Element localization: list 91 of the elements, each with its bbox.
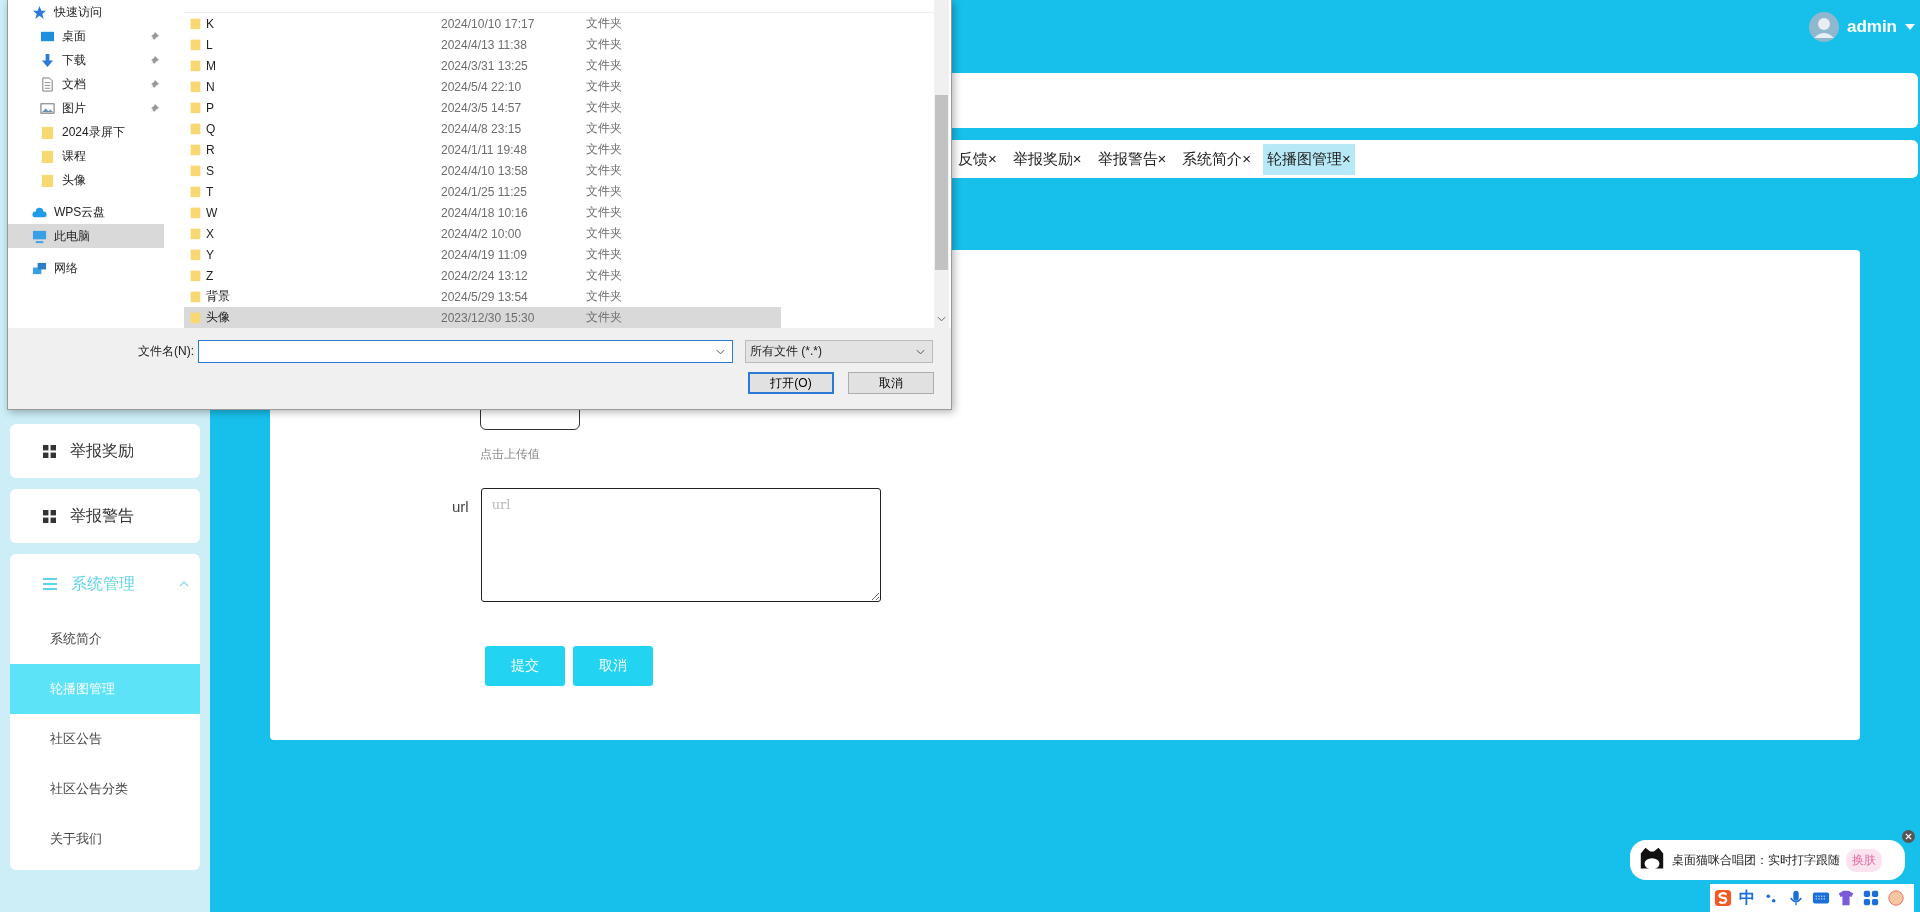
file-row[interactable]: S 2024/4/10 13:58 文件夹 [184,160,781,181]
folder-icon [189,37,202,52]
submenu-item[interactable]: 社区公告分类 [10,764,200,814]
submenu-item[interactable]: 关于我们 [10,814,200,864]
tab[interactable]: 举报警告× [1093,143,1171,175]
pin-icon[interactable] [150,103,160,113]
logo-icon[interactable] [1714,889,1732,907]
file-row[interactable]: P 2024/3/5 14:57 文件夹 [184,97,781,118]
chevron-icon [179,581,189,587]
scroll-down-icon[interactable] [937,316,946,322]
file-row[interactable]: Z 2024/2/24 13:12 文件夹 [184,265,781,286]
tab[interactable]: 反馈× [954,143,1001,175]
folder-icon [189,142,202,157]
tab[interactable]: 轮播图管理× [1263,143,1355,175]
folder-icon [189,184,202,199]
nav-item[interactable]: 快速访问 [8,0,164,24]
list-icon [43,578,57,590]
nav-item[interactable]: 头像 [8,168,164,192]
tab[interactable]: 举报奖励× [1008,143,1086,175]
folder-icon [189,268,202,283]
file-row[interactable]: T 2024/1/25 11:25 文件夹 [184,181,781,202]
folder-icon [189,79,202,94]
folder-icon [189,289,202,304]
grid-icon [43,509,56,523]
filename-label: 文件名(N): [137,343,195,360]
file-row[interactable]: Q 2024/4/8 23:15 文件夹 [184,118,781,139]
upload-hint: 点击上传值 [480,446,541,463]
folder-icon [189,247,202,262]
close-icon[interactable] [1902,830,1915,843]
star-icon [32,4,47,20]
url-field[interactable]: url [480,488,881,602]
file-row[interactable]: N 2024/5/4 22:10 文件夹 [184,76,781,97]
pin-icon[interactable] [150,31,160,41]
chevron-down-icon[interactable] [716,349,725,355]
chevron-down-icon [916,349,925,355]
microphone-icon[interactable] [1787,889,1805,907]
tab[interactable]: 系统简介× [1178,143,1256,175]
submenu-item[interactable]: 社区公告 [10,714,200,764]
filename-field[interactable] [198,340,733,363]
file-row[interactable]: M 2024/3/31 13:25 文件夹 [184,55,781,76]
file-row[interactable]: Y 2024/4/19 11:09 文件夹 [184,244,781,265]
folder-icon [40,148,55,164]
folder-icon [189,310,202,325]
caret-icon[interactable] [1905,24,1915,30]
nav-item[interactable]: 图片 [8,96,164,120]
file-row[interactable]: 背景 2024/5/29 13:54 文件夹 [184,286,781,307]
pin-icon[interactable] [150,55,160,65]
folder-icon [189,121,202,136]
input-mode[interactable]: 中 [1739,887,1755,909]
folder-icon [40,124,55,140]
scrollbar[interactable] [934,0,949,328]
file-type-dropdown[interactable]: 所有文件 (*.*) [745,340,933,363]
sidebar-item[interactable]: 举报警告 [10,489,200,543]
url-label: url [452,497,469,517]
pin-icon[interactable] [150,79,160,89]
sidebar-item[interactable]: 举报奖励 [10,424,200,478]
cancel-button[interactable]: 取消 [848,372,934,394]
nav-item[interactable]: 此电脑 [8,224,164,248]
open-button[interactable]: 打开(O) [748,372,834,394]
face-icon[interactable] [1887,889,1905,907]
nav-item[interactable]: 网络 [8,256,164,280]
apps-icon[interactable] [1862,889,1880,907]
file-row[interactable]: K 2024/10/10 17:17 文件夹 [184,13,781,34]
folder-icon [189,100,202,115]
folder-icon [189,205,202,220]
submenu-item[interactable]: 系统简介 [10,614,200,664]
nav-item[interactable]: 课程 [8,144,164,168]
nav-item[interactable]: 文档 [8,72,164,96]
network-icon [32,260,47,276]
shirt-icon[interactable] [1837,889,1855,907]
avatar-icon[interactable] [1808,12,1839,42]
grid-icon [43,444,56,458]
folder-icon [189,58,202,73]
file-row[interactable]: L 2024/4/13 11:38 文件夹 [184,34,781,55]
file-row[interactable]: R 2024/1/11 19:48 文件夹 [184,139,781,160]
file-row[interactable]: W 2024/4/18 10:16 文件夹 [184,202,781,223]
nav-item[interactable]: 2024录屏下 [8,120,164,144]
nav-item[interactable]: 桌面 [8,24,164,48]
folder-icon [189,226,202,241]
nav-item[interactable]: 下载 [8,48,164,72]
file-row[interactable]: 头像 2023/12/30 15:30 文件夹 [184,307,781,328]
computer-icon [32,228,47,244]
image-icon [40,100,55,116]
folder-icon [189,16,202,31]
file-row[interactable]: X 2024/4/2 10:00 文件夹 [184,223,781,244]
nav-item[interactable]: WPS云盘 [8,200,164,224]
folder-icon [189,163,202,178]
notification-text: 桌面猫咪合唱团：实时打字跟随 [1672,851,1840,869]
download-icon [40,52,55,68]
document-icon [40,76,55,92]
folder-icon [40,172,55,188]
